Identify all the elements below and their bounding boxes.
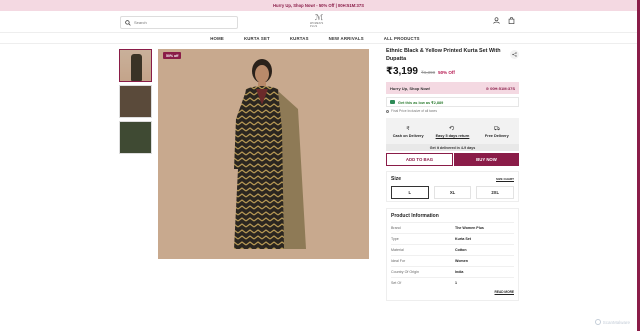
offer-row[interactable]: Get this as low as ₹2,889 — [386, 97, 519, 107]
model-figure — [234, 59, 306, 249]
promo-text: Hurry Up, Shop Now! - 50% Off | 00H:51M:… — [273, 3, 364, 8]
feature-cod: ₹ Cash on Delivery — [386, 118, 430, 144]
size-option-xl[interactable]: XL — [433, 186, 472, 199]
product-information: Product Information Brand The Women Plus … — [386, 208, 519, 301]
info-key: Set Of — [391, 281, 402, 285]
info-row: Material Cotton — [391, 244, 514, 255]
promo-banner: Hurry Up, Shop Now! - 50% Off | 00H:51M:… — [0, 0, 640, 11]
watermark-logo-icon — [594, 319, 601, 325]
info-key: Ideal For — [391, 259, 406, 263]
watermark: ScanMalware — [594, 319, 630, 325]
add-to-bag-button[interactable]: ADD TO BAG — [386, 153, 453, 166]
info-row: Brand The Women Plus — [391, 222, 514, 233]
nav-new-arrivals[interactable]: NEW ARRIVALS — [319, 33, 374, 43]
site-logo[interactable]: ℳ WOMEN'S PLUS — [310, 14, 328, 31]
size-chart-link[interactable]: SIZE CHART — [496, 177, 514, 181]
size-option-2xl[interactable]: 2XL — [476, 186, 515, 199]
discount-badge: 50% off — [163, 52, 182, 59]
search-icon — [125, 19, 131, 26]
feature-cod-label: Cash on Delivery — [392, 133, 424, 138]
watermark-text: ScanMalware — [602, 319, 630, 325]
info-value: Kurta Set — [455, 237, 471, 241]
delivery-note: Get it delivered in 4-9 days — [386, 144, 519, 151]
feature-return[interactable]: Easy 5 days return — [430, 118, 474, 144]
search-box[interactable] — [120, 16, 238, 29]
info-row: Set Of 1 — [391, 277, 514, 288]
search-input[interactable] — [134, 20, 224, 25]
nav-home[interactable]: HOME — [200, 33, 234, 43]
product-page: 50% off Ethnic Black & Yellow Printed Ku… — [0, 44, 640, 331]
svg-text:₹: ₹ — [406, 126, 410, 131]
info-value: Women — [455, 259, 468, 263]
offer-tag-icon — [390, 100, 395, 104]
thumbnail-3[interactable] — [119, 121, 152, 154]
logo-text: WOMEN'S PLUS — [310, 22, 324, 28]
nav-all-products[interactable]: ALL PRODUCTS — [374, 33, 430, 43]
rupee-icon: ₹ — [406, 126, 410, 131]
main-nav: HOME KURTA SET KURTAS NEW ARRIVALS ALL P… — [0, 33, 640, 44]
share-button[interactable] — [510, 50, 519, 59]
product-title: Ethnic Black & Yellow Printed Kurta Set … — [386, 48, 501, 62]
info-row: Ideal For Women — [391, 255, 514, 266]
feature-free-delivery-label: Free Delivery — [484, 133, 509, 138]
sale-price: ₹3,199 — [386, 66, 418, 77]
feature-strip: ₹ Cash on Delivery Easy 5 days return Fr… — [386, 118, 519, 144]
product-main-image[interactable]: 50% off — [158, 49, 369, 259]
return-icon — [449, 125, 455, 130]
info-key: Brand — [391, 226, 401, 230]
size-selector: Size SIZE CHART L XL 2XL — [386, 171, 519, 202]
info-heading: Product Information — [391, 213, 439, 219]
action-buttons: ADD TO BAG BUY NOW — [386, 153, 519, 166]
thumbnail-2[interactable] — [119, 85, 152, 118]
nav-kurta-set[interactable]: KURTA SET — [234, 33, 280, 43]
tax-note: Final Price Inclusive of all taxes — [386, 109, 519, 113]
info-value: Cotton — [455, 248, 467, 252]
info-value: 1 — [455, 281, 457, 285]
feature-free-delivery: Free Delivery — [475, 118, 519, 144]
price-row: ₹3,199 ₹6,398 50% Off — [386, 66, 519, 77]
offer-text: Get this as low as ₹2,889 — [398, 100, 444, 105]
countdown-timer: ⊙ 00H:51M:37S — [485, 85, 515, 91]
bag-icon[interactable] — [508, 17, 515, 24]
original-price: ₹6,398 — [420, 70, 436, 75]
info-value: India — [455, 270, 464, 274]
feature-return-label[interactable]: Easy 5 days return — [436, 134, 470, 138]
nav-kurtas[interactable]: KURTAS — [280, 33, 319, 43]
info-key: Country Of Origin — [391, 270, 419, 274]
info-key: Material — [391, 248, 404, 252]
info-icon — [386, 109, 389, 113]
hurry-banner: Hurry Up, Shop Now! ⊙ 00H:51M:37S — [386, 82, 519, 94]
truck-icon — [493, 126, 500, 130]
logo-mark-icon: ℳ — [314, 13, 324, 22]
size-label: Size — [391, 176, 402, 182]
hurry-label: Hurry Up, Shop Now! — [390, 85, 431, 91]
info-row: Type Kurta Set — [391, 233, 514, 244]
size-option-l[interactable]: L — [391, 186, 429, 199]
user-icon[interactable] — [493, 17, 500, 24]
thumbnail-list — [119, 49, 154, 157]
info-row: Country Of Origin India — [391, 266, 514, 277]
header-icons — [493, 17, 515, 24]
info-value: The Women Plus — [455, 226, 484, 230]
discount-percent: 50% Off — [438, 70, 455, 75]
tax-note-text: Final Price Inclusive of all taxes — [391, 109, 437, 113]
info-key: Type — [391, 237, 399, 241]
thumbnail-1[interactable] — [119, 49, 152, 82]
product-details: Ethnic Black & Yellow Printed Kurta Set … — [386, 48, 519, 301]
read-more-link[interactable]: READ MORE — [391, 290, 514, 294]
site-header: ℳ WOMEN'S PLUS — [0, 11, 640, 33]
buy-now-button[interactable]: BUY NOW — [454, 153, 519, 166]
share-icon — [512, 52, 517, 57]
